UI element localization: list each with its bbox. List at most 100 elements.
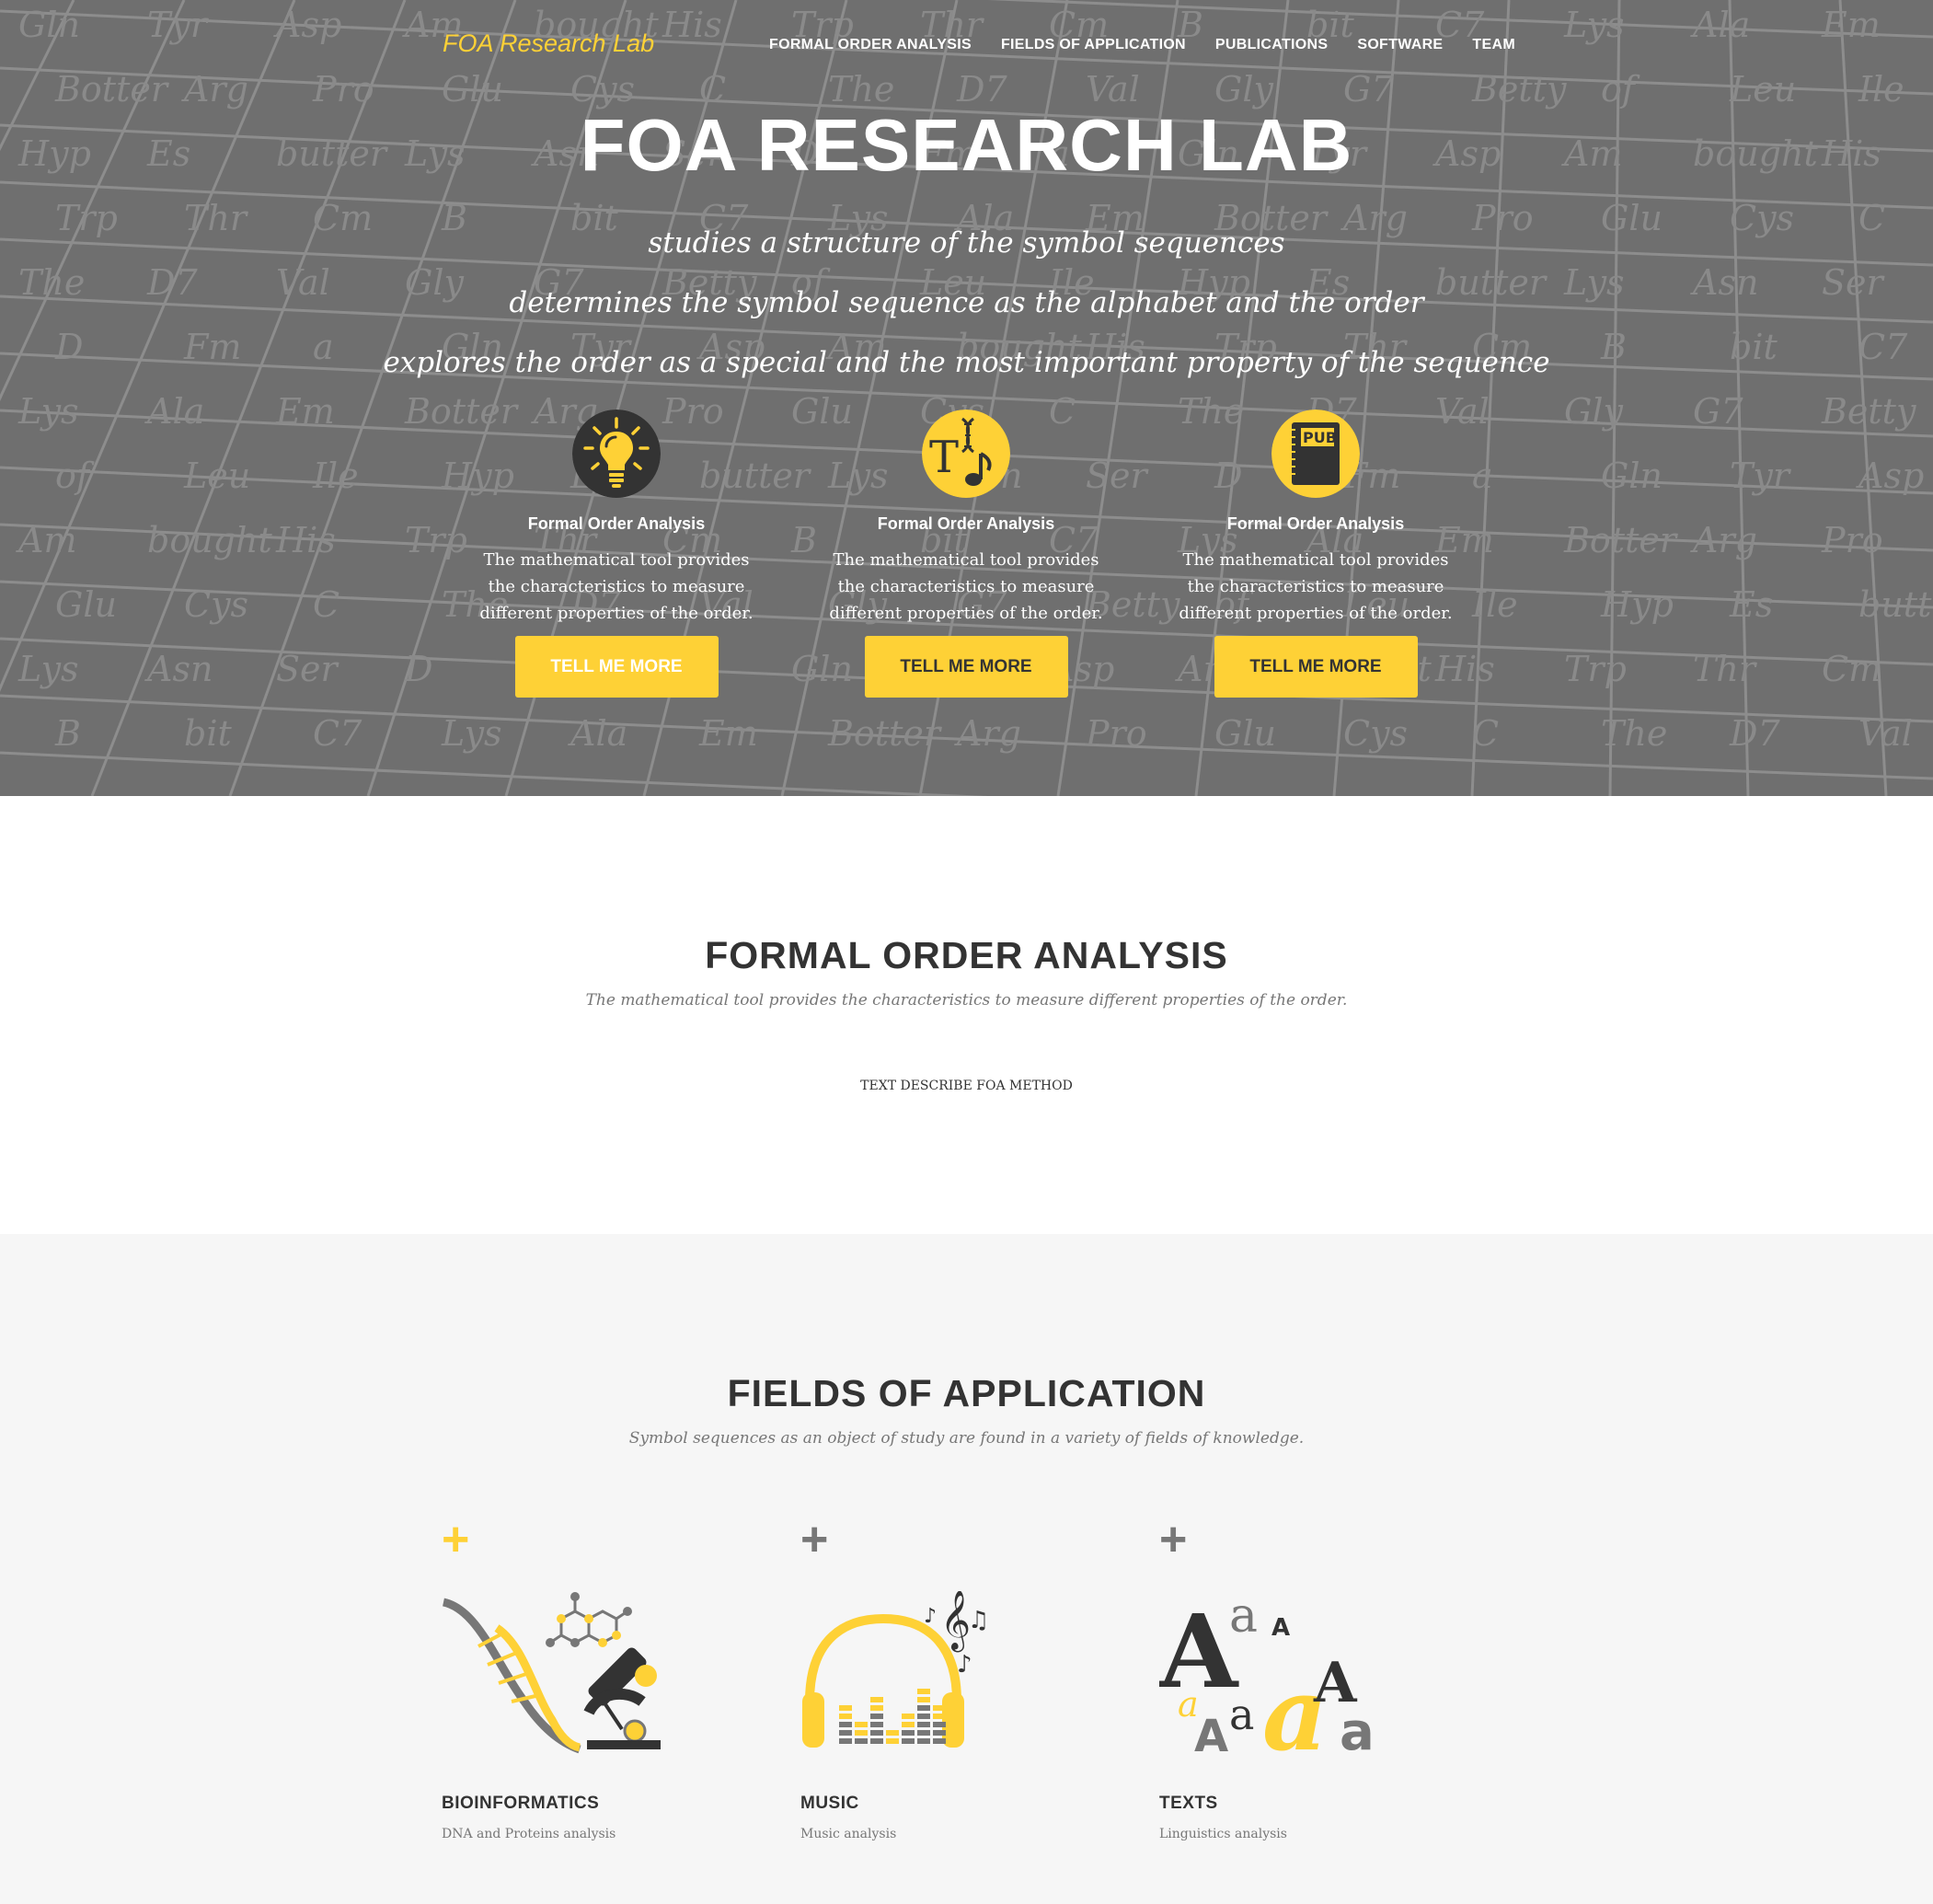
brand-logo[interactable]: FOA Research Lab: [443, 29, 654, 58]
nav-link-formal-order-analysis[interactable]: FORMAL ORDER ANALYSIS: [754, 37, 986, 53]
plus-icon[interactable]: +: [800, 1516, 1150, 1564]
background-word: D7: [1729, 713, 1780, 754]
svg-text:T: T: [929, 432, 959, 483]
nav-link-team[interactable]: TEAM: [1457, 37, 1530, 53]
service-title: Formal Order Analysis: [527, 514, 706, 533]
foa-method-text: TEXT DESCRIBE FOA METHOD: [860, 1079, 1073, 1093]
equalizer-bar-segment: [855, 1722, 868, 1727]
background-word: Cm: [1822, 649, 1881, 689]
equalizer-bar-segment: [933, 1722, 946, 1727]
equalizer-bar-segment: [870, 1697, 883, 1702]
field-title: TEXTS: [1159, 1794, 1218, 1813]
equalizer-bar-segment: [917, 1738, 930, 1744]
hero-tagline: explores the order as a special and the …: [383, 346, 1550, 379]
background-word: Ala: [568, 713, 627, 754]
background-word: B: [54, 713, 81, 754]
field-item-texts[interactable]: + A a A a a A a A a TEXTS Linguistics an…: [1159, 1516, 1509, 1841]
background-word: Val: [1858, 713, 1913, 754]
background-word: Es: [1729, 584, 1773, 625]
texts-letters-icon: A a A a a A a A a: [1159, 1591, 1375, 1757]
background-word: butter: [1858, 584, 1933, 625]
nav-link-publications[interactable]: PUBLICATIONS: [1201, 37, 1342, 53]
tell-me-more-button[interactable]: TELL ME MORE: [1214, 636, 1418, 698]
equalizer-bar-segment: [917, 1722, 930, 1727]
background-word: C7: [313, 713, 362, 754]
equalizer-bar-segment: [917, 1730, 930, 1736]
equalizer-bar-segment: [933, 1730, 946, 1736]
background-word: Tyr: [1730, 456, 1792, 496]
background-word: Asp: [1856, 456, 1924, 496]
equalizer-bar-segment: [870, 1730, 883, 1736]
background-word: Am: [16, 520, 76, 560]
section-subheading: The mathematical tool provides the chara…: [585, 991, 1348, 1010]
field-item-bioinformatics[interactable]: + BIOINFORMATICS DNA and Proteins analys…: [442, 1516, 791, 1841]
field-item-music[interactable]: + 𝄞 ♪ ♫ ♪ MUSIC Music analysis: [800, 1516, 1150, 1841]
tell-me-more-button[interactable]: TELL ME MORE: [514, 636, 719, 698]
field-description: DNA and Proteins analysis: [442, 1827, 616, 1841]
bioinformatics-icon: [442, 1592, 661, 1754]
texts-letter-glyph: A: [1159, 1592, 1239, 1711]
equalizer-bar-segment: [839, 1705, 852, 1711]
background-word: Em: [698, 713, 758, 754]
field-title: MUSIC: [800, 1794, 859, 1813]
hero-section: Gln Tyr Asp Am bought His Trp Thr Cm Bbit C7 Lys Ala…: [0, 0, 1933, 796]
equalizer-bar-segment: [917, 1714, 930, 1719]
background-word: D: [404, 649, 432, 689]
background-word: bought: [147, 520, 272, 560]
background-word: Arg: [1690, 520, 1757, 560]
lightbulb-icon: [572, 410, 661, 498]
plus-icon[interactable]: +: [442, 1516, 791, 1564]
section-heading: FIELDS OF APPLICATION: [727, 1372, 1206, 1414]
equalizer-bar-segment: [839, 1730, 852, 1736]
hero-tagline: studies a structure of the symbol sequen…: [648, 226, 1285, 260]
nav-link-software[interactable]: SOFTWARE: [1342, 37, 1457, 53]
background-word: Botter: [1563, 520, 1679, 560]
publications-book-icon: PUB: [1271, 410, 1360, 498]
background-word: bit: [184, 713, 232, 754]
background-word: Ser: [276, 649, 340, 689]
texts-letter-glyph: a: [1340, 1702, 1375, 1757]
text-dna-music-icon: T: [922, 410, 1010, 498]
fields-of-application-section: FIELDS OF APPLICATION Symbol sequences a…: [0, 1234, 1933, 1904]
background-word: of: [55, 456, 95, 496]
equalizer-bar-segment: [902, 1730, 915, 1736]
equalizer-bar-segment: [839, 1722, 852, 1727]
field-title: BIOINFORMATICS: [442, 1794, 600, 1813]
equalizer-bar-segment: [855, 1738, 868, 1744]
service-description: The mathematical tool provides the chara…: [479, 550, 754, 623]
background-word: Lys: [441, 713, 502, 754]
equalizer-bar-segment: [933, 1738, 946, 1744]
background-word: Pro: [1821, 520, 1883, 560]
texts-letter-glyph: A: [1194, 1711, 1228, 1757]
background-word: Glu: [1214, 713, 1276, 754]
formal-order-analysis-section: FORMAL ORDER ANALYSIS The mathematical t…: [0, 796, 1933, 1234]
background-word: Botter: [827, 713, 943, 754]
plus-icon[interactable]: +: [1159, 1516, 1509, 1564]
hero-title: FOA RESEARCH LAB: [580, 104, 1353, 186]
tell-me-more-button[interactable]: TELL ME MORE: [864, 636, 1068, 698]
service-card: PUB Formal Order Analysis The mathematic…: [1141, 410, 1490, 698]
texts-letter-glyph: A: [1271, 1614, 1290, 1642]
equalizer-bar-segment: [902, 1722, 915, 1727]
background-word: Leu: [183, 456, 250, 496]
equalizer-bar-segment: [839, 1714, 852, 1719]
background-word: C: [1472, 713, 1499, 754]
field-description: Linguistics analysis: [1159, 1827, 1287, 1841]
equalizer-bar-segment: [902, 1738, 915, 1744]
equalizer-bar-segment: [886, 1730, 899, 1736]
music-headphones-icon: 𝄞 ♪ ♫ ♪: [802, 1591, 989, 1748]
field-description: Music analysis: [800, 1827, 897, 1841]
equalizer-bar-segment: [917, 1705, 930, 1711]
hero-taglines: studies a structure of the symbol sequen…: [0, 219, 1933, 398]
background-word: Thr: [1693, 649, 1758, 689]
background-word: Trp: [1564, 649, 1627, 689]
equalizer-bar-segment: [886, 1738, 899, 1744]
svg-text:♪: ♪: [957, 1651, 972, 1679]
services-row: Formal Order Analysis The mathematical t…: [442, 410, 1490, 698]
section-subheading: Symbol sequences as an object of study a…: [628, 1429, 1305, 1448]
texts-letter-glyph: a: [1229, 1591, 1258, 1644]
equalizer-bar-segment: [870, 1705, 883, 1711]
svg-text:♪: ♪: [924, 1605, 937, 1628]
nav-link-fields-of-application[interactable]: FIELDS OF APPLICATION: [986, 37, 1201, 53]
background-word: C: [313, 584, 339, 625]
